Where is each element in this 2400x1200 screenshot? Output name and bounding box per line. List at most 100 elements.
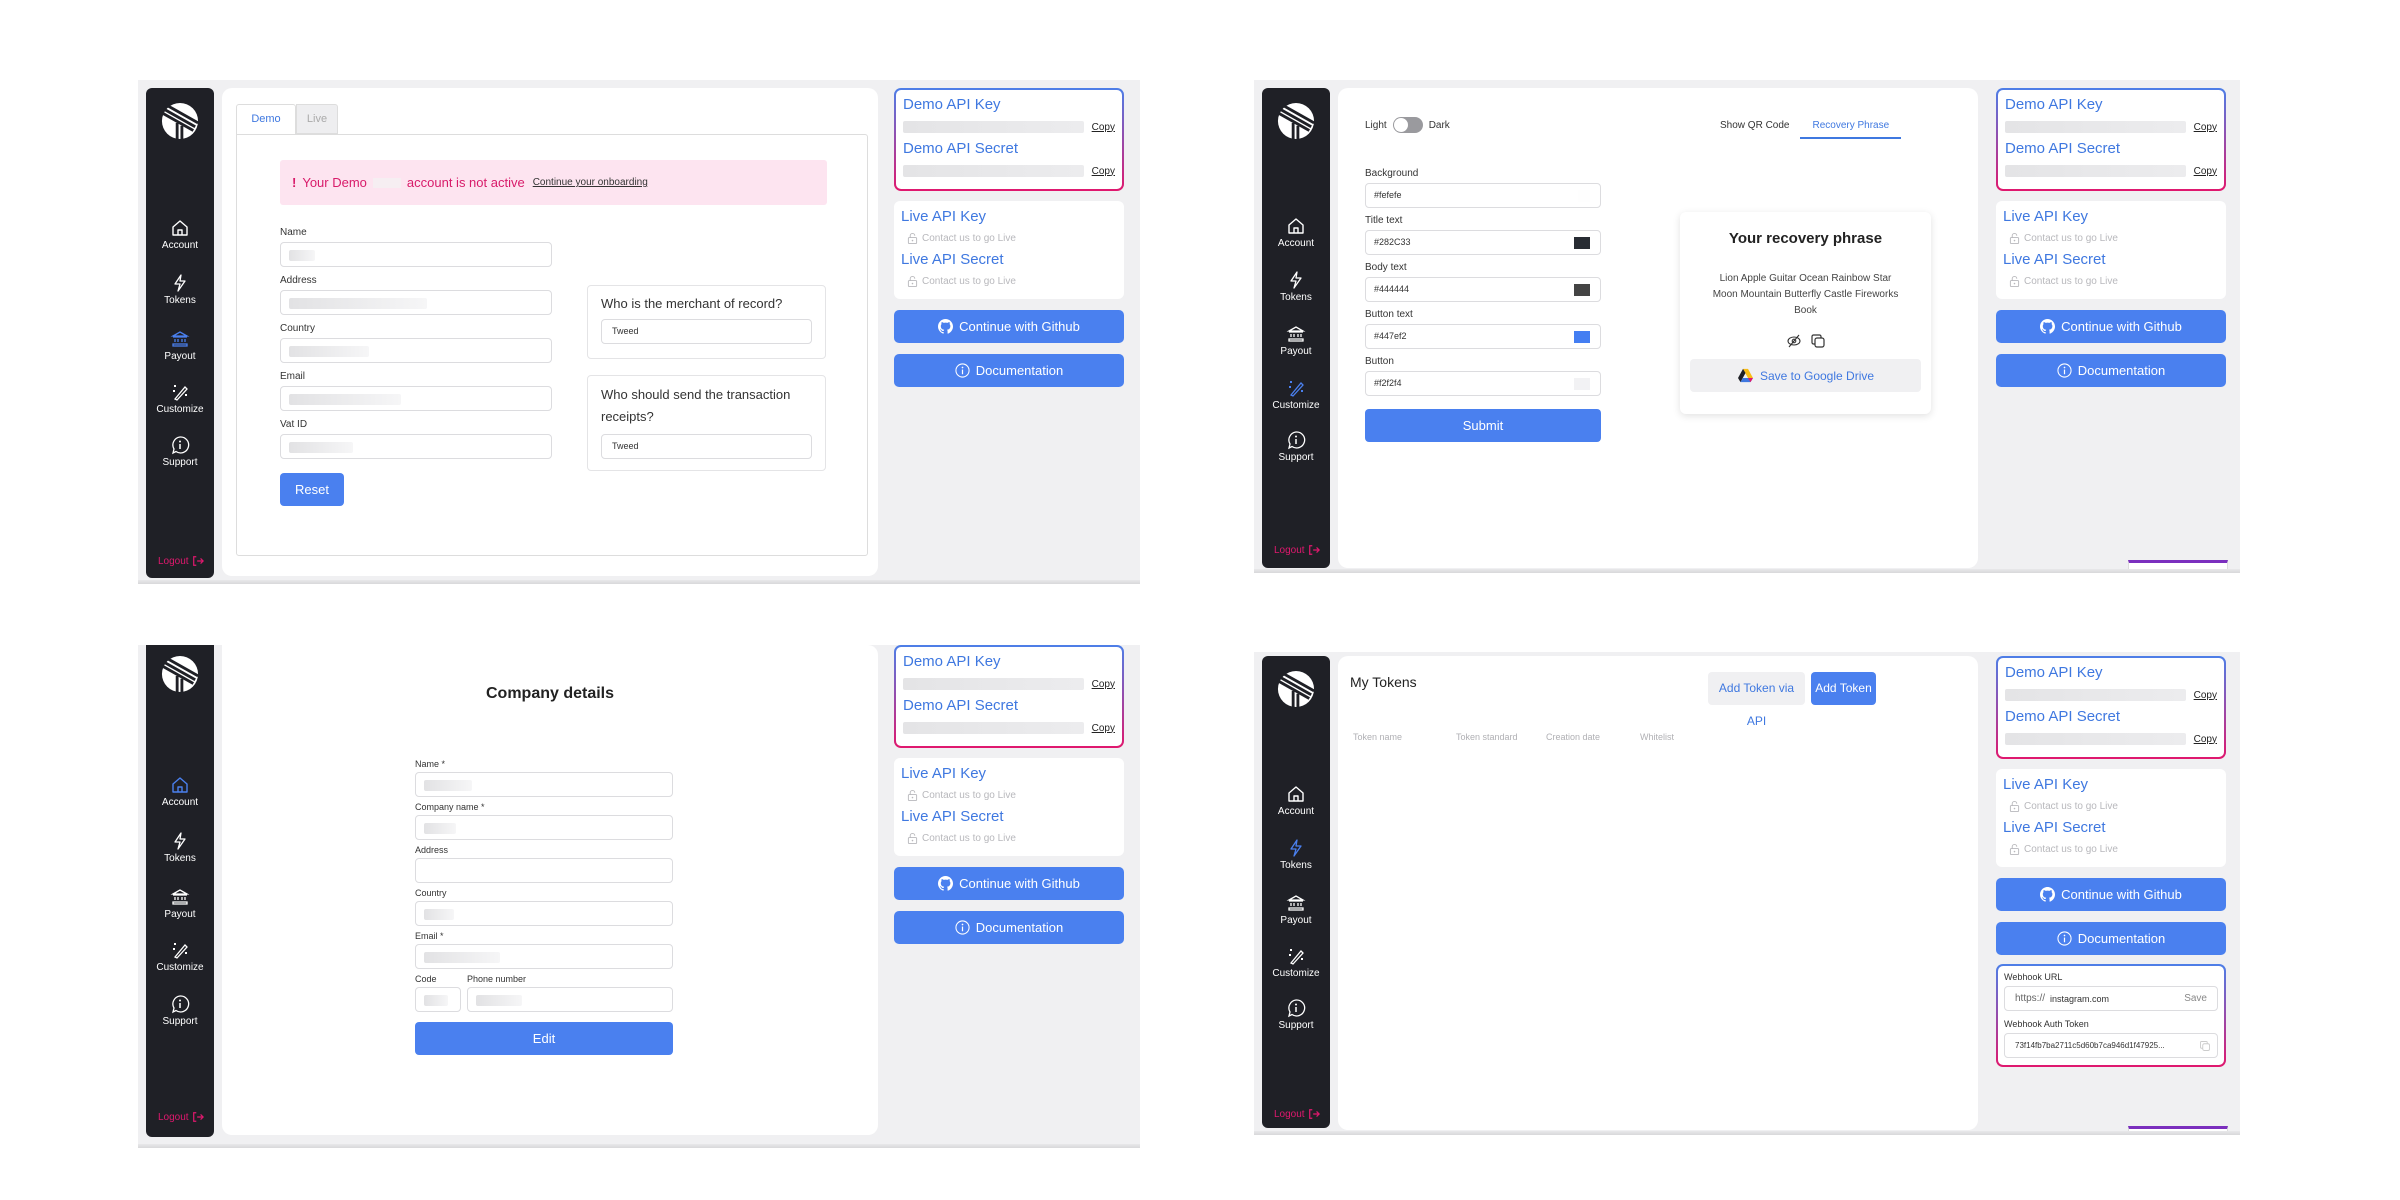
company-name-field[interactable] [415, 772, 673, 797]
sidebar-item-payout[interactable]: Payout [1262, 893, 1330, 926]
webhook-token-field[interactable]: 73f14fb7ba2711c5d60b7ca946d1f47925... [2004, 1033, 2218, 1058]
copy-icon[interactable] [1810, 333, 1826, 349]
api-rail: Demo API Key Copy Demo API Secret Copy L… [1996, 656, 2226, 1067]
sidebar-item-support[interactable]: Support [146, 994, 214, 1027]
column-header[interactable]: Token standard [1456, 732, 1518, 742]
column-header[interactable]: Token name [1353, 732, 1402, 742]
sidebar-item-account[interactable]: Account [1262, 784, 1330, 817]
documentation-button[interactable]: Documentation [1996, 922, 2226, 955]
sidebar-item-customize[interactable]: Customize [1262, 946, 1330, 979]
contact-live-secret[interactable]: Contact us to go Live [2009, 276, 2219, 287]
copy-key-button[interactable]: Copy [1092, 122, 1115, 133]
logout-button[interactable]: Logout [1274, 1108, 1320, 1120]
color-swatch[interactable] [1574, 331, 1590, 343]
contact-live-secret[interactable]: Contact us to go Live [2009, 844, 2219, 855]
contact-live-secret[interactable]: Contact us to go Live [907, 833, 1117, 844]
onboarding-link[interactable]: Continue your onboarding [533, 177, 648, 188]
color-swatch[interactable] [1574, 237, 1590, 249]
theme-toggle[interactable]: Light Dark [1365, 117, 1450, 133]
body-text-color-field[interactable]: #444444 [1365, 277, 1601, 302]
sidebar-item-tokens[interactable]: Tokens [146, 273, 214, 306]
copy-secret-button[interactable]: Copy [2194, 166, 2217, 177]
copy-secret-button[interactable]: Copy [2194, 734, 2217, 745]
color-swatch[interactable] [1574, 378, 1590, 390]
sidebar-item-tokens[interactable]: Tokens [1262, 838, 1330, 871]
country-field[interactable] [280, 338, 552, 363]
sidebar-item-tokens[interactable]: Tokens [146, 831, 214, 864]
company-company-name-field[interactable] [415, 815, 673, 840]
sidebar-item-customize[interactable]: Customize [1262, 378, 1330, 411]
toggle-switch[interactable] [1392, 117, 1423, 133]
contact-live-key[interactable]: Contact us to go Live [2009, 233, 2219, 244]
company-email-field[interactable] [415, 944, 673, 969]
merchant-select[interactable]: Tweed [601, 319, 812, 344]
contact-live-secret[interactable]: Contact us to go Live [907, 276, 1117, 287]
tab-demo[interactable]: Demo [236, 104, 296, 134]
color-swatch[interactable] [1578, 190, 1590, 202]
documentation-button[interactable]: Documentation [894, 354, 1124, 387]
button-text-color-field[interactable]: #447ef2 [1365, 324, 1601, 349]
tab-recovery-phrase[interactable]: Recovery Phrase [1800, 114, 1902, 139]
copy-secret-button[interactable]: Copy [1092, 166, 1115, 177]
contact-live-key[interactable]: Contact us to go Live [907, 233, 1117, 244]
copy-key-button[interactable]: Copy [1092, 679, 1115, 690]
github-button[interactable]: Continue with Github [894, 867, 1124, 900]
phone-code-field[interactable] [415, 987, 461, 1012]
name-field[interactable] [280, 242, 552, 267]
copy-key-button[interactable]: Copy [2194, 122, 2217, 133]
github-button[interactable]: Continue with Github [1996, 878, 2226, 911]
add-token-button[interactable]: Add Token [1811, 672, 1876, 705]
tab-live[interactable]: Live [296, 104, 338, 134]
column-header[interactable]: Whitelist [1640, 732, 1674, 742]
color-swatch[interactable] [1574, 284, 1590, 296]
live-api-card: Live API Key Contact us to go Live Live … [1996, 769, 2226, 867]
email-field[interactable] [280, 386, 552, 411]
logout-button[interactable]: Logout [158, 1111, 204, 1123]
contact-live-key[interactable]: Contact us to go Live [907, 790, 1117, 801]
background-color-field[interactable]: #fefefe [1365, 183, 1601, 208]
copy-key-button[interactable]: Copy [2194, 690, 2217, 701]
sidebar-item-payout[interactable]: Payout [146, 887, 214, 920]
address-field[interactable] [280, 290, 552, 315]
copy-icon[interactable] [2199, 1040, 2211, 1052]
sidebar-item-support[interactable]: Support [1262, 430, 1330, 463]
reset-button[interactable]: Reset [280, 473, 344, 506]
sidebar-item-account[interactable]: Account [1262, 216, 1330, 249]
sidebar-item-account[interactable]: Account [146, 775, 214, 808]
column-header[interactable]: Creation date [1546, 732, 1600, 742]
company-country-field[interactable] [415, 901, 673, 926]
contact-live-key[interactable]: Contact us to go Live [2009, 801, 2219, 812]
webhook-url-field[interactable]: https:// instagram.com Save [2004, 986, 2218, 1011]
save-google-drive-button[interactable]: Save to Google Drive [1690, 359, 1921, 392]
phone-number-field[interactable] [467, 987, 673, 1012]
webhook-save-button[interactable]: Save [2184, 993, 2207, 1004]
logout-button[interactable]: Logout [1274, 544, 1320, 556]
add-token-via-api-button[interactable]: Add Token via API [1708, 672, 1805, 728]
tab-show-qr-code[interactable]: Show QR Code [1713, 114, 1796, 139]
github-button[interactable]: Continue with Github [1996, 310, 2226, 343]
title-text-color-field[interactable]: #282C33 [1365, 230, 1601, 255]
copy-secret-button[interactable]: Copy [1092, 723, 1115, 734]
sidebar-item-account[interactable]: Account [146, 218, 214, 251]
eye-off-icon[interactable] [1786, 333, 1802, 349]
sidebar-item-payout[interactable]: Payout [146, 329, 214, 362]
vat-id-field[interactable] [280, 434, 552, 459]
github-button[interactable]: Continue with Github [894, 310, 1124, 343]
documentation-button[interactable]: Documentation [894, 911, 1124, 944]
sidebar-item-customize[interactable]: Customize [146, 940, 214, 973]
sidebar-item-support[interactable]: Support [1262, 998, 1330, 1031]
logout-button[interactable]: Logout [158, 555, 204, 567]
company-address-field[interactable] [415, 858, 673, 883]
button-color-field[interactable]: #f2f2f4 [1365, 371, 1601, 396]
sidebar-item-tokens[interactable]: Tokens [1262, 270, 1330, 303]
logout-icon [1308, 1108, 1320, 1120]
receipts-select[interactable]: Tweed [601, 434, 812, 459]
sidebar-item-payout[interactable]: Payout [1262, 324, 1330, 357]
info-icon [2057, 363, 2072, 378]
thumbnail-preview [2128, 1126, 2228, 1135]
sidebar-item-support[interactable]: Support [146, 435, 214, 468]
submit-button[interactable]: Submit [1365, 409, 1601, 442]
sidebar-item-customize[interactable]: Customize [146, 382, 214, 415]
edit-button[interactable]: Edit [415, 1022, 673, 1055]
documentation-button[interactable]: Documentation [1996, 354, 2226, 387]
